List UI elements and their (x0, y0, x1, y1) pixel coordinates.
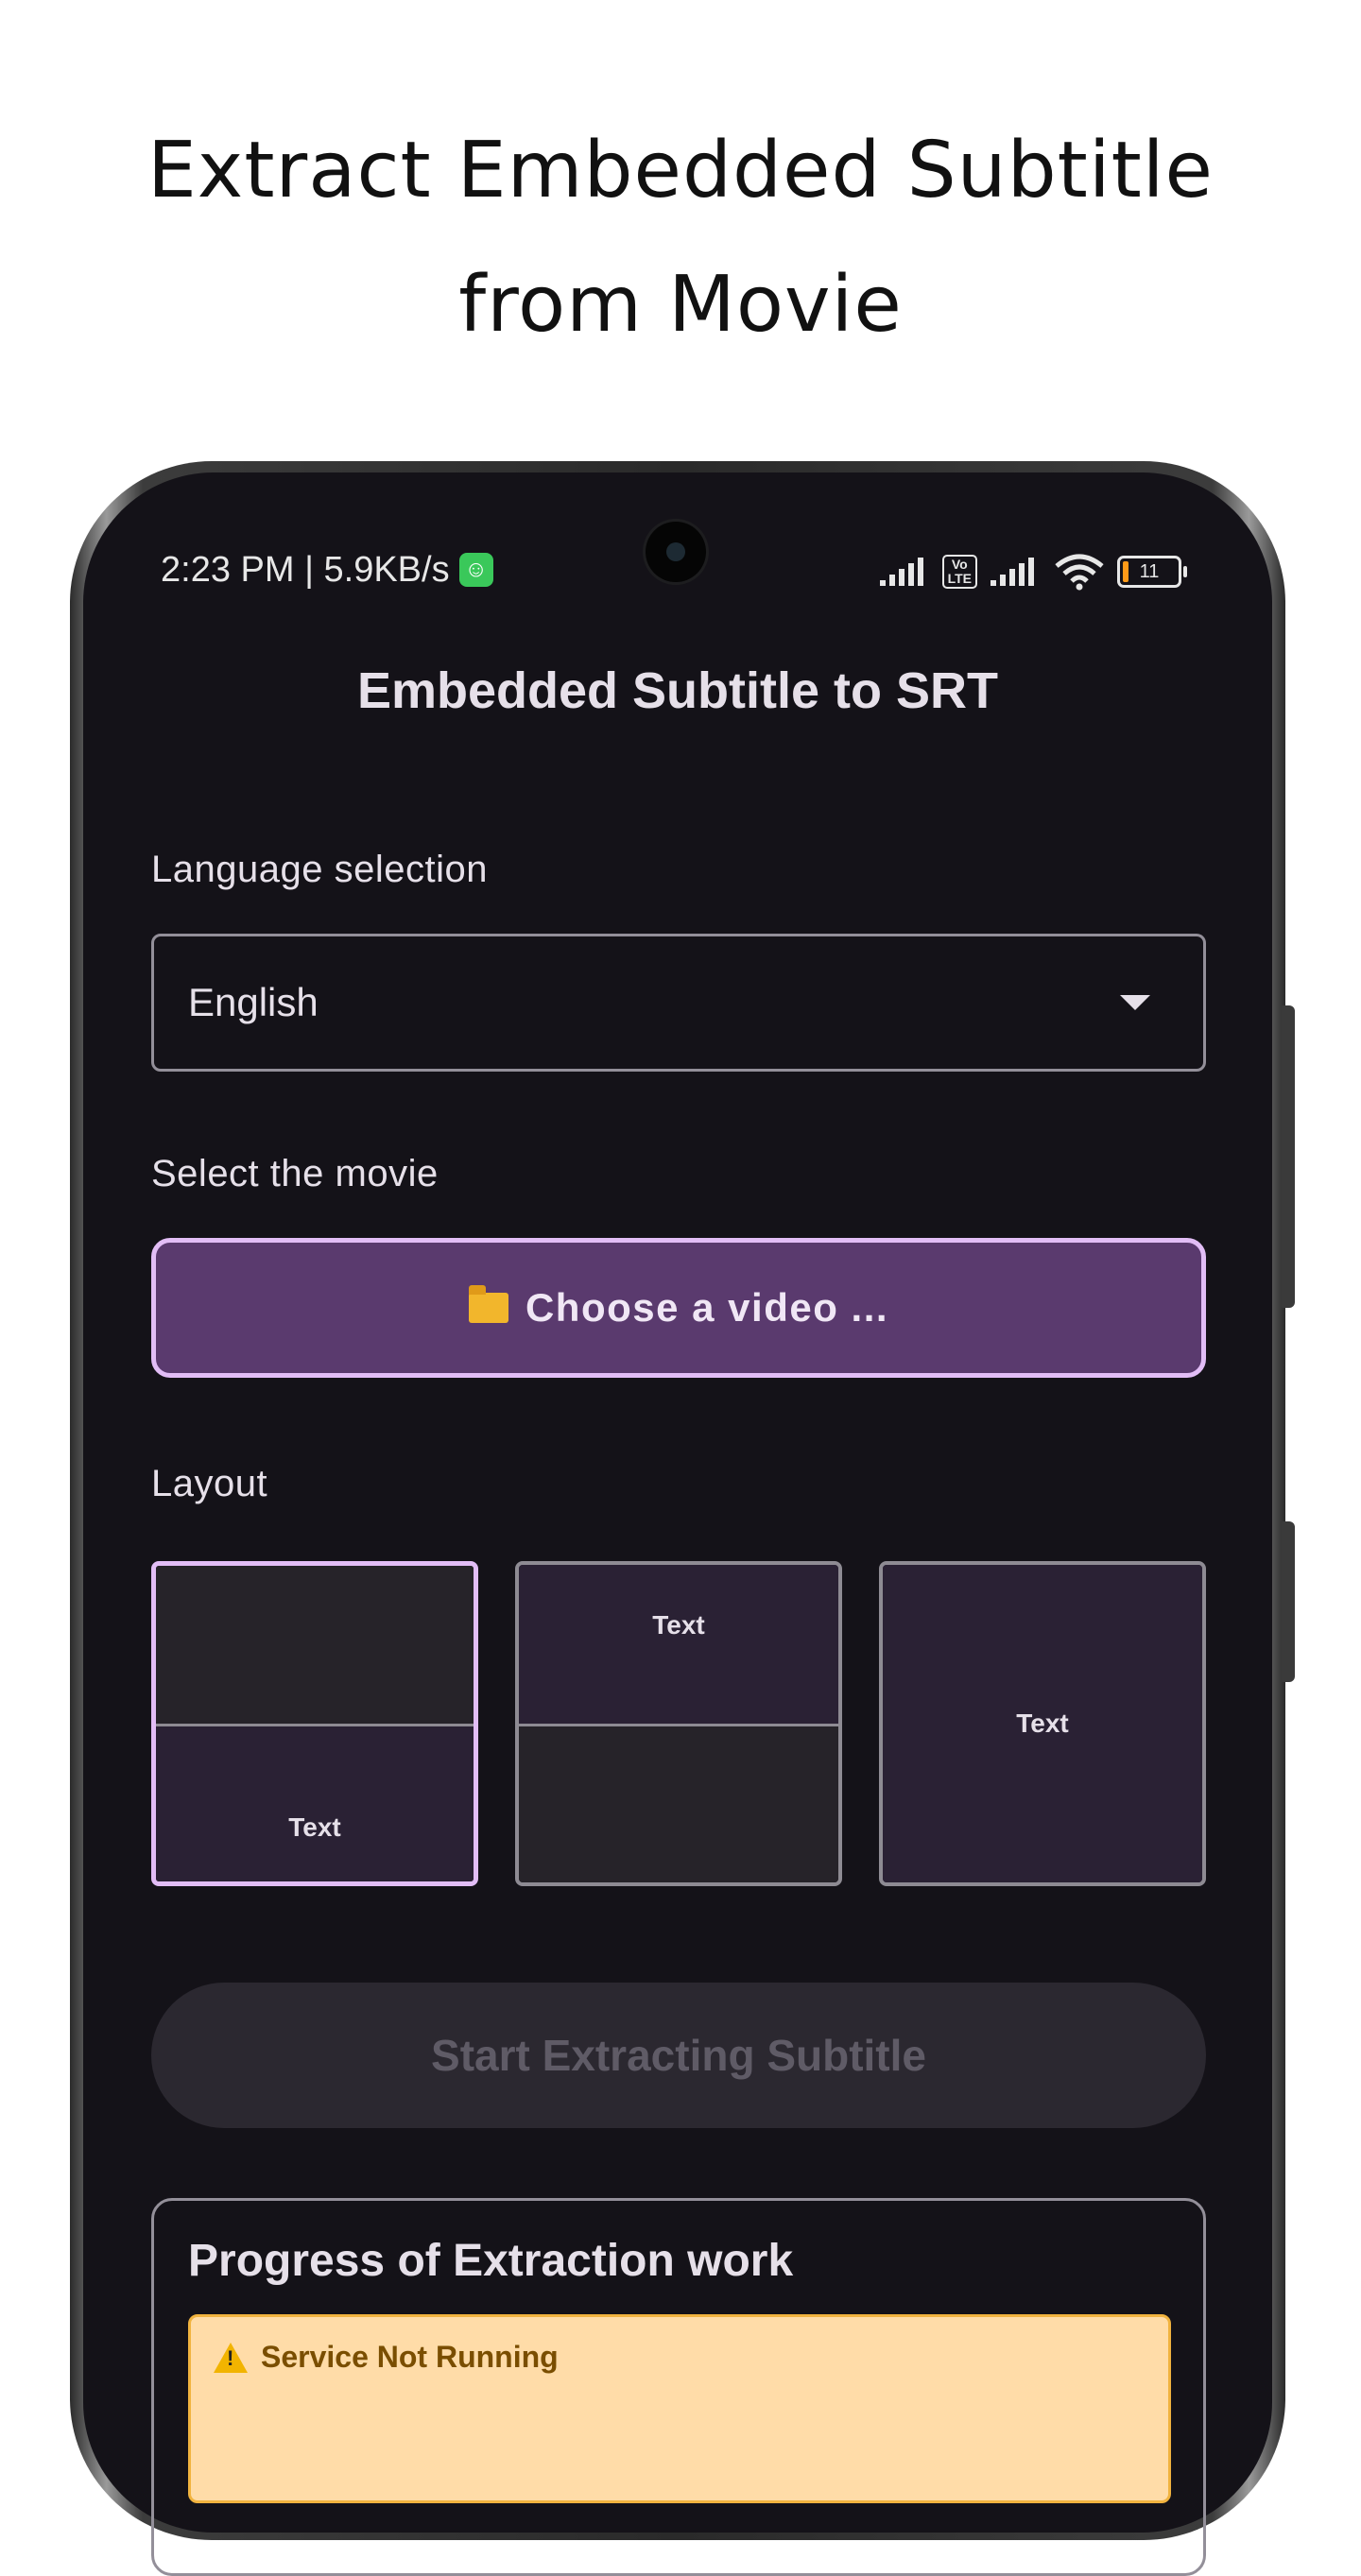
choose-video-label: Choose a video ... (525, 1285, 889, 1330)
layout-preview-video (519, 1724, 838, 1882)
layout-text: Text (652, 1610, 705, 1640)
layout-text: Text (1016, 1709, 1069, 1738)
front-camera (646, 522, 706, 582)
volume-button (1282, 1005, 1295, 1308)
headline-line-1: Extract Embedded Subtitle (147, 126, 1214, 215)
app-notification-icon: ☺ (458, 553, 493, 587)
battery-level: 11 (1139, 561, 1160, 582)
signal-icon (991, 558, 1034, 586)
dropdown-arrow-icon (1120, 995, 1150, 1010)
warning-icon (214, 2342, 248, 2373)
layout-text: Text (288, 1812, 341, 1842)
volte-icon: Vo LTE (941, 555, 977, 589)
status-bar-right: Vo LTE 11 (878, 548, 1187, 595)
layout-preview-video (156, 1566, 474, 1724)
signal-icon (879, 558, 923, 586)
status-time-speed: 2:23 PM | 5.9KB/s (161, 549, 450, 590)
layout-option-top[interactable]: Text (515, 1561, 842, 1886)
status-bar-left: 2:23 PM | 5.9KB/s ☺ (161, 546, 493, 593)
layout-option-full[interactable]: Text (879, 1561, 1206, 1886)
folder-icon (468, 1285, 508, 1323)
headline-line-2: from Movie (458, 260, 903, 350)
service-status-text: Service Not Running (261, 2340, 559, 2374)
layout-preview-subtitle: Text (883, 1565, 1202, 1882)
progress-title: Progress of Extraction work (188, 2236, 794, 2286)
service-status-box: Service Not Running (188, 2314, 1171, 2503)
layout-option-bottom[interactable]: Text (151, 1561, 478, 1886)
layout-preview-subtitle: Text (519, 1565, 838, 1724)
language-value: English (188, 980, 319, 1024)
layout-label: Layout (151, 1463, 268, 1504)
progress-card: Progress of Extraction work Service Not … (151, 2198, 1206, 2576)
choose-video-button[interactable]: Choose a video ... (151, 1238, 1206, 1378)
movie-label: Select the movie (151, 1153, 439, 1194)
language-dropdown[interactable]: English (151, 934, 1206, 1072)
app-title: Embedded Subtitle to SRT (356, 662, 998, 719)
battery-icon: 11 (1117, 556, 1187, 588)
start-extracting-button[interactable]: Start Extracting Subtitle (151, 1983, 1206, 2128)
power-button (1282, 1521, 1295, 1682)
promo-headline: Extract Embedded Subtitle from Movie (0, 104, 1361, 372)
wifi-icon (1055, 554, 1104, 591)
language-label: Language selection (151, 849, 488, 890)
layout-preview-subtitle: Text (156, 1724, 474, 1881)
